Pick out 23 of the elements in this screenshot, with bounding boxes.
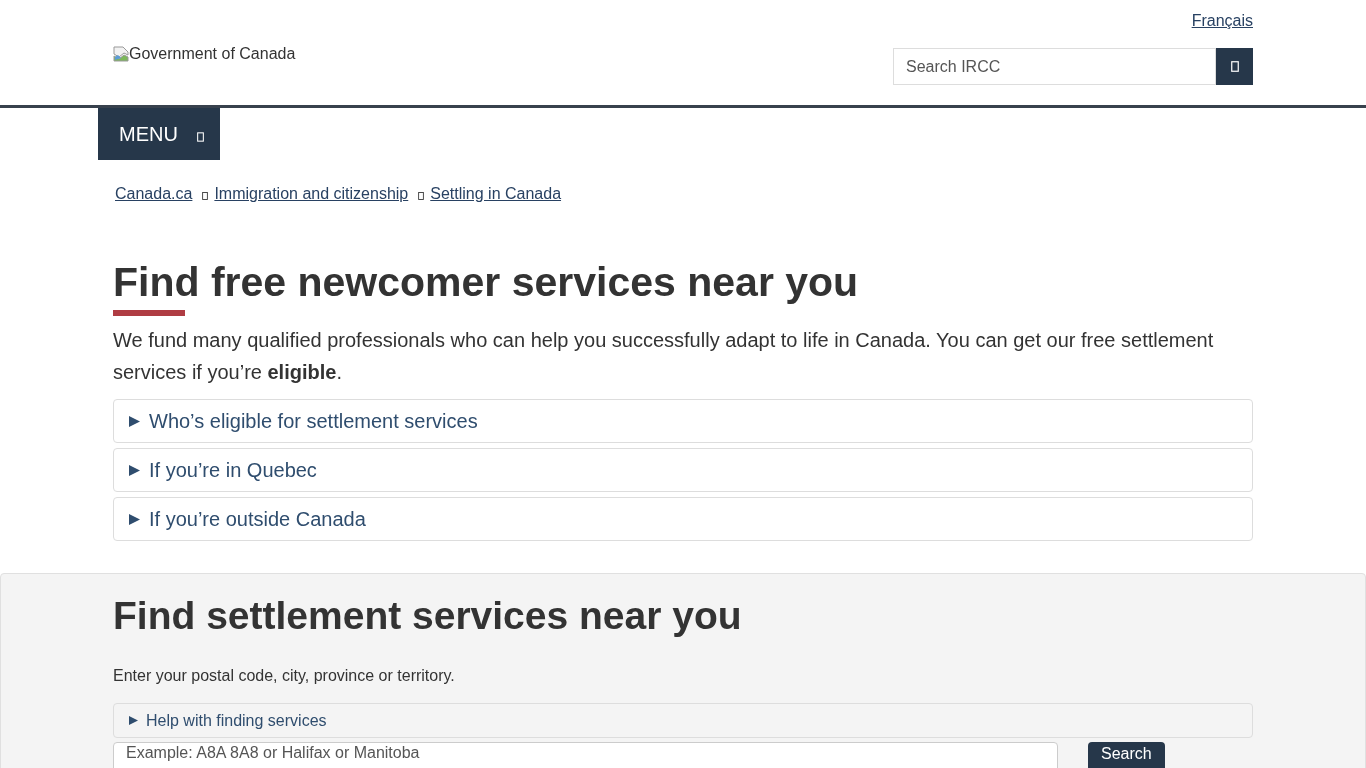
search-button[interactable]: [1216, 48, 1253, 85]
page-heading: Find free newcomer services near you: [113, 258, 860, 306]
location-field[interactable]: Example: A8A 8A8 or Halifax or Manitoba: [113, 742, 1058, 768]
section-heading: Find settlement services near you: [113, 593, 743, 639]
menu-button[interactable]: MENU: [98, 108, 220, 160]
details-summary[interactable]: Help with finding services: [113, 703, 1253, 738]
missing-glyph-icon: [1230, 61, 1239, 72]
breadcrumb-link[interactable]: Immigration and citizenship: [214, 184, 409, 204]
search-field[interactable]: Search IRCC: [893, 48, 1216, 85]
broken-image-icon: [113, 46, 129, 62]
details-summary[interactable]: If you’re in Quebec: [113, 448, 1253, 492]
missing-glyph-icon: [196, 131, 204, 142]
intro-paragraph: We fund many qualified professionals who can help you successfully adapt to life in Canada. You can get our free settlement services if you’re eligible.: [113, 328, 1215, 385]
breadcrumb-link[interactable]: Settling in Canada: [430, 184, 562, 204]
logo-alt-text: Government of Canada: [129, 46, 296, 62]
search-button[interactable]: Search: [1088, 742, 1165, 768]
language-link[interactable]: Français: [1191, 11, 1253, 31]
breadcrumb-link[interactable]: Canada.ca: [115, 184, 193, 204]
details-summary[interactable]: Who’s eligible for settlement services: [113, 399, 1253, 443]
missing-glyph-icon: [202, 192, 209, 200]
instructions-text: Enter your postal code, city, province or territory.: [113, 666, 456, 686]
missing-glyph-icon: [418, 192, 425, 200]
details-summary[interactable]: If you’re outside Canada: [113, 497, 1253, 541]
